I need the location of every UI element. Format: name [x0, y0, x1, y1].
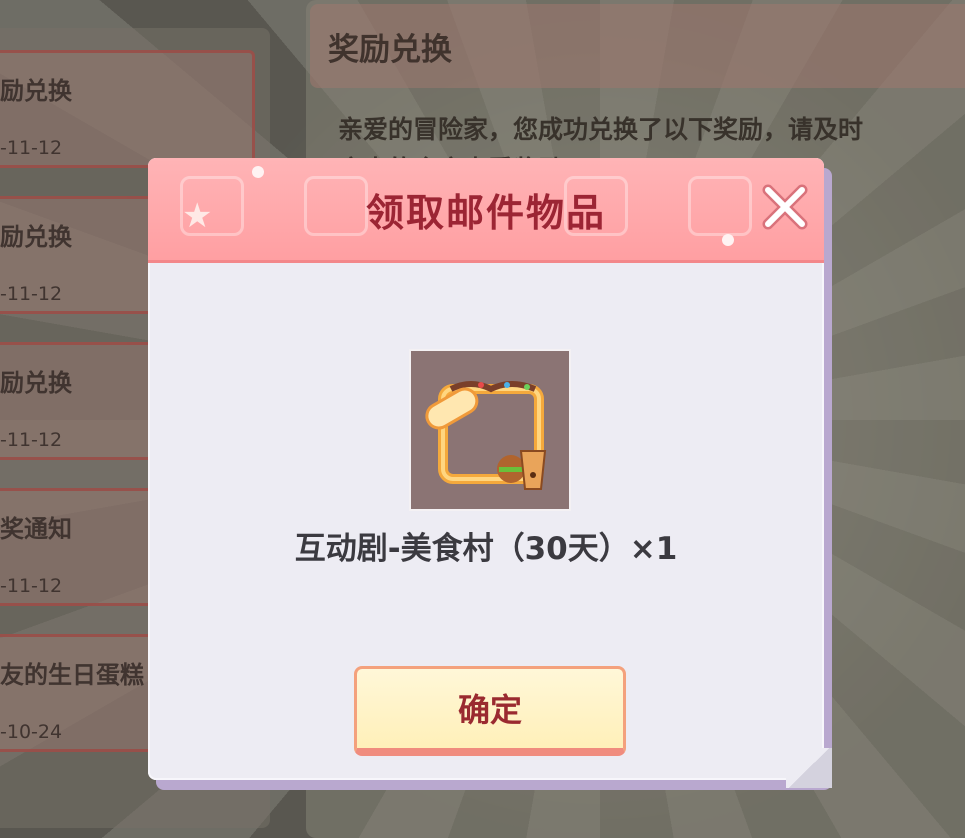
bubble-decoration — [252, 166, 264, 178]
claim-items-dialog: ★ 领取邮件物品 互动剧-美食村（30天）×1 确定 — [148, 158, 824, 780]
confirm-button[interactable]: 确定 — [354, 666, 626, 756]
avatar-frame-food-village-icon — [425, 381, 547, 490]
reward-item-name: 互动剧-美食村（30天）×1 — [294, 531, 678, 567]
confirm-button-label: 确定 — [457, 691, 522, 729]
close-button[interactable] — [760, 182, 810, 232]
close-icon — [762, 184, 808, 230]
dialog-title: 领取邮件物品 — [365, 191, 606, 235]
reward-item-slot[interactable] — [409, 349, 571, 511]
page-fold-decoration — [786, 748, 832, 788]
dialog-header: ★ 领取邮件物品 — [148, 158, 824, 263]
